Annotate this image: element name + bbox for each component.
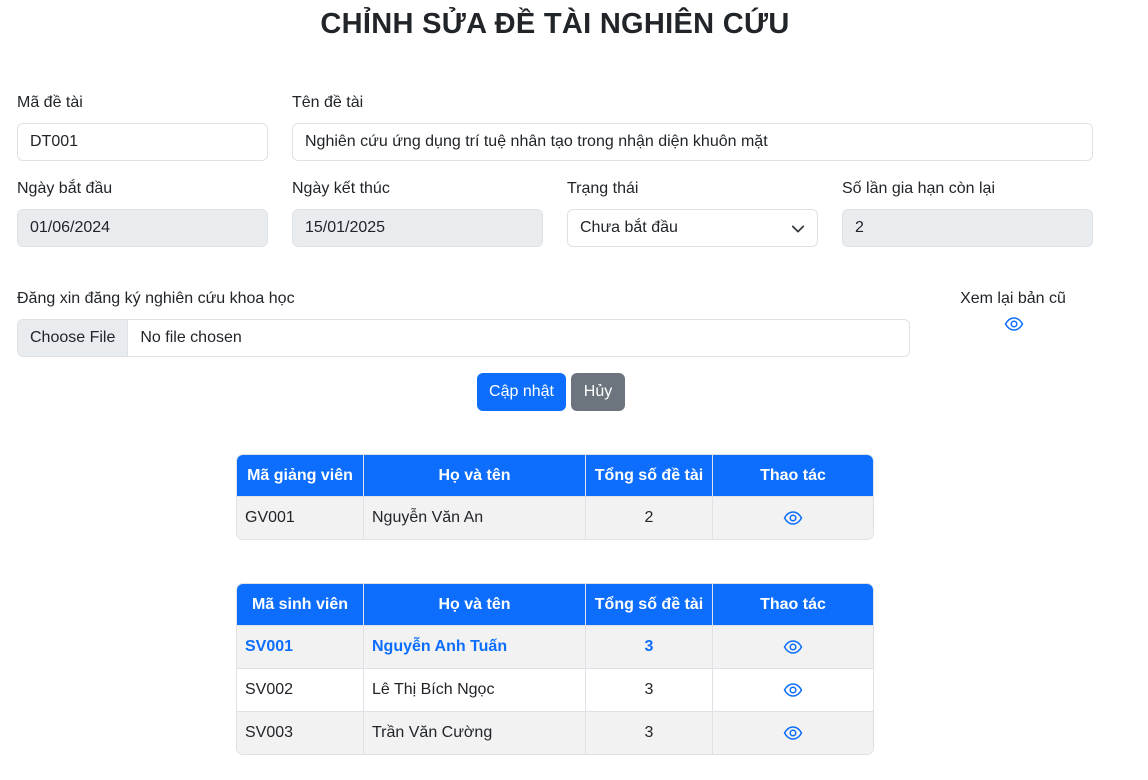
ngay-bat-dau-input[interactable]: 01/06/2024 bbox=[17, 209, 268, 247]
column-header: Thao tác bbox=[713, 584, 873, 625]
ngay-ket-thuc-value: 15/01/2025 bbox=[305, 219, 386, 236]
file-status: No file chosen bbox=[140, 329, 242, 346]
student-name: Nguyễn Anh Tuấn bbox=[364, 625, 586, 668]
update-button[interactable]: Cập nhật bbox=[477, 373, 566, 411]
page-title: CHỈNH SỬA ĐỀ TÀI NGHIÊN CỨU bbox=[320, 8, 790, 40]
ma-de-tai-value: DT001 bbox=[30, 133, 79, 150]
student-table: Mã sinh viên Họ và tên Tổng số đề tài Th… bbox=[237, 584, 873, 754]
ngay-bat-dau-label: Ngày bắt đầu bbox=[17, 180, 113, 197]
eye-icon[interactable] bbox=[1004, 316, 1024, 332]
action-cell bbox=[713, 625, 873, 668]
eye-icon[interactable] bbox=[783, 725, 803, 741]
so-lan-gia-han-input[interactable]: 2 bbox=[842, 209, 1093, 247]
column-header: Tổng số đề tài bbox=[586, 455, 713, 496]
xem-lai-label: Xem lại bản cũ bbox=[960, 290, 1066, 307]
student-count: 3 bbox=[586, 625, 713, 668]
column-header: Tổng số đề tài bbox=[586, 584, 713, 625]
choose-file-button[interactable]: Choose File bbox=[18, 320, 129, 356]
file-input[interactable]: Choose File No file chosen bbox=[17, 319, 910, 357]
file-label: Đăng xin đăng ký nghiên cứu khoa học bbox=[17, 290, 295, 307]
cancel-button[interactable]: Hủy bbox=[571, 373, 625, 411]
column-header: Thao tác bbox=[713, 455, 873, 496]
trang-thai-label: Trạng thái bbox=[567, 180, 639, 197]
table-row[interactable]: SV002 Lê Thị Bích Ngọc 3 bbox=[237, 668, 873, 711]
lecturer-id: GV001 bbox=[237, 496, 364, 539]
table-row[interactable]: SV003 Trần Văn Cường 3 bbox=[237, 711, 873, 754]
so-lan-gia-han-value: 2 bbox=[855, 219, 864, 236]
lecturer-table: Mã giảng viên Họ và tên Tổng số đề tài T… bbox=[237, 455, 873, 539]
ngay-bat-dau-value: 01/06/2024 bbox=[30, 219, 111, 236]
action-cell bbox=[713, 496, 873, 539]
column-header: Họ và tên bbox=[364, 455, 586, 496]
table-header-row: Mã sinh viên Họ và tên Tổng số đề tài Th… bbox=[237, 584, 873, 625]
ten-de-tai-input[interactable]: Nghiên cứu ứng dụng trí tuệ nhân tạo tro… bbox=[292, 123, 1093, 161]
ma-de-tai-input[interactable]: DT001 bbox=[17, 123, 268, 161]
student-count: 3 bbox=[586, 668, 713, 711]
table-header-row: Mã giảng viên Họ và tên Tổng số đề tài T… bbox=[237, 455, 873, 496]
student-count: 3 bbox=[586, 711, 713, 754]
eye-icon[interactable] bbox=[783, 639, 803, 655]
student-id: SV001 bbox=[237, 625, 364, 668]
action-cell bbox=[713, 711, 873, 754]
ma-de-tai-label: Mã đề tài bbox=[17, 94, 83, 111]
lecturer-name: Nguyễn Văn An bbox=[364, 496, 586, 539]
ten-de-tai-value: Nghiên cứu ứng dụng trí tuệ nhân tạo tro… bbox=[305, 133, 768, 150]
column-header: Họ và tên bbox=[364, 584, 586, 625]
column-header: Mã sinh viên bbox=[237, 584, 364, 625]
student-id: SV003 bbox=[237, 711, 364, 754]
student-id: SV002 bbox=[237, 668, 364, 711]
student-name: Lê Thị Bích Ngọc bbox=[364, 668, 586, 711]
ten-de-tai-label: Tên đề tài bbox=[292, 94, 364, 111]
trang-thai-value: Chưa bắt đầu bbox=[580, 219, 678, 236]
eye-icon[interactable] bbox=[783, 510, 803, 526]
student-name: Trần Văn Cường bbox=[364, 711, 586, 754]
ngay-ket-thuc-label: Ngày kết thúc bbox=[292, 180, 390, 197]
so-lan-gia-han-label: Số lần gia hạn còn lại bbox=[842, 180, 995, 197]
table-row: GV001 Nguyễn Văn An 2 bbox=[237, 496, 873, 539]
lecturer-count: 2 bbox=[586, 496, 713, 539]
eye-icon[interactable] bbox=[783, 682, 803, 698]
chevron-down-icon bbox=[791, 225, 805, 233]
table-row[interactable]: SV001 Nguyễn Anh Tuấn 3 bbox=[237, 625, 873, 668]
ngay-ket-thuc-input[interactable]: 15/01/2025 bbox=[292, 209, 543, 247]
action-cell bbox=[713, 668, 873, 711]
trang-thai-select[interactable]: Chưa bắt đầu bbox=[567, 209, 818, 247]
column-header: Mã giảng viên bbox=[237, 455, 364, 496]
